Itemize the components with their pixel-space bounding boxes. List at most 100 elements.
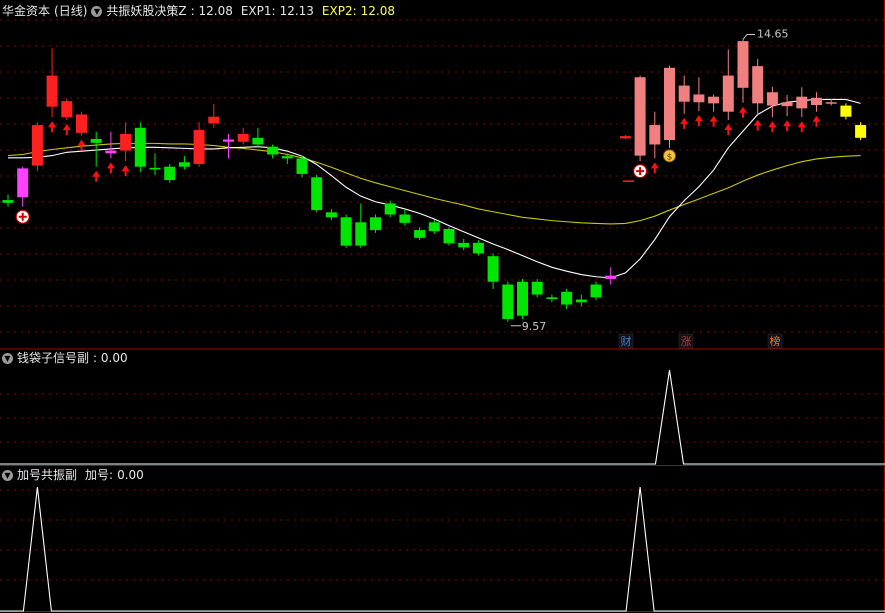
tags-layer: 财涨榜: [618, 333, 783, 349]
panel2-header: ▼ 钱袋子信号副 : 0.00: [2, 349, 128, 367]
candle-body: [414, 230, 426, 238]
up-arrow-icon: [650, 162, 659, 174]
period-label: (日线): [54, 4, 88, 18]
jiahao-signal-layer: [0, 486, 885, 612]
chevron-down-icon[interactable]: ▼: [91, 5, 103, 17]
candle-body: [664, 67, 675, 141]
jiahao-signal-line: [0, 486, 885, 612]
indicator-value: : 12.08: [190, 4, 233, 18]
candle-body: [384, 203, 396, 215]
panel2-title: 钱袋子信号副: [17, 351, 90, 365]
up-arrow-icon: [768, 121, 777, 133]
chevron-down-icon[interactable]: ▼: [2, 352, 13, 364]
candle-body: [737, 41, 749, 88]
candle-body: [149, 167, 161, 170]
high-pointer: [742, 33, 755, 40]
candle-body: [355, 222, 367, 246]
grid-lines: [0, 19, 885, 581]
high-price-label: 14.65: [757, 27, 789, 40]
candle-body: [517, 281, 528, 316]
exp1-line: [8, 98, 861, 279]
candle-body: [605, 275, 617, 279]
money-bag-glyph: $: [667, 152, 673, 162]
candle-body: [575, 299, 587, 303]
up-arrow-icon: [753, 119, 762, 131]
candle-body: [443, 228, 455, 244]
up-arrow-icon: [739, 106, 747, 118]
candle-body: [237, 133, 249, 142]
candle-body: [46, 75, 58, 107]
panel3-title: 加号共振副: [17, 468, 78, 482]
candle-body: [546, 297, 558, 299]
up-arrow-icon: [680, 117, 689, 129]
up-arrow-icon: [92, 170, 101, 182]
candle-body: [840, 105, 852, 117]
candle-body: [428, 222, 440, 232]
qiandai-signal-layer: [0, 369, 885, 465]
candle-body: [722, 75, 734, 112]
candles-layer: [2, 39, 867, 322]
candle-body: [678, 85, 690, 102]
candle-body: [61, 101, 73, 118]
candle-body: [487, 256, 499, 282]
candle-body: [281, 156, 293, 159]
candle-body: [267, 146, 279, 155]
candle-body: [619, 136, 631, 139]
up-arrow-icon: [77, 139, 86, 151]
panel3-label: 加号:: [85, 468, 114, 482]
candle-body: [531, 281, 543, 295]
tag-label: 榜: [770, 334, 781, 348]
exp1-label: EXP1:: [240, 4, 276, 18]
up-arrow-icon: [812, 115, 821, 127]
up-arrow-icon: [62, 124, 71, 136]
candle-body: [252, 137, 264, 145]
candle-body: [561, 291, 573, 305]
exp2-value: 12.08: [360, 4, 395, 18]
candle-body: [178, 162, 190, 167]
up-arrow-icon: [709, 115, 718, 127]
candle-body: [825, 102, 837, 104]
candle-body: [766, 92, 778, 106]
candle-body: [796, 96, 808, 109]
indicator-name: 共振妖股决策Z: [106, 4, 187, 18]
candle-body: [296, 158, 308, 174]
candle-body: [90, 138, 102, 143]
qiandai-signal-line: [0, 369, 885, 465]
candle-body: [781, 102, 793, 107]
candle-body: [472, 242, 484, 254]
candle-body: [855, 125, 867, 138]
candle-body: [311, 177, 323, 211]
candle-body: [164, 166, 176, 181]
up-arrow-icon: [783, 120, 792, 132]
candle-body: [208, 116, 220, 124]
exp1-line-layer: [8, 98, 861, 279]
candle-body: [325, 212, 337, 218]
candle-body: [193, 130, 205, 164]
tag-label: 涨: [681, 335, 692, 348]
up-arrow-icon: [724, 124, 733, 136]
candle-body: [340, 217, 352, 246]
candle-body: [458, 242, 470, 248]
panel3-header: ▼ 加号共振副 加号: 0.00: [2, 466, 144, 484]
candle-body: [120, 133, 132, 151]
candle-body: [17, 168, 29, 198]
candle-body: [105, 150, 117, 154]
candle-body: [223, 139, 234, 142]
tag-label: 财: [621, 334, 632, 348]
candle-body: [31, 125, 43, 166]
low-price-label: 9.57: [522, 320, 547, 333]
main-panel-header: 华金资本 (日线) ▼ 共振妖股决策Z : 12.08 EXP1: 12.13 …: [2, 2, 395, 20]
candle-body: [708, 96, 720, 104]
exp1-value: 12.13: [279, 4, 314, 18]
candle-body: [590, 284, 602, 298]
candle-body: [811, 97, 822, 106]
candle-body: [752, 66, 764, 104]
up-arrow-icon: [48, 121, 57, 133]
candle-body: [399, 214, 411, 223]
candle-body: [370, 217, 381, 231]
candle-body: [693, 94, 705, 103]
up-arrow-icon: [121, 165, 130, 177]
candle-body: [2, 200, 14, 203]
chevron-down-icon[interactable]: ▼: [2, 469, 13, 481]
candle-body: [634, 77, 646, 156]
